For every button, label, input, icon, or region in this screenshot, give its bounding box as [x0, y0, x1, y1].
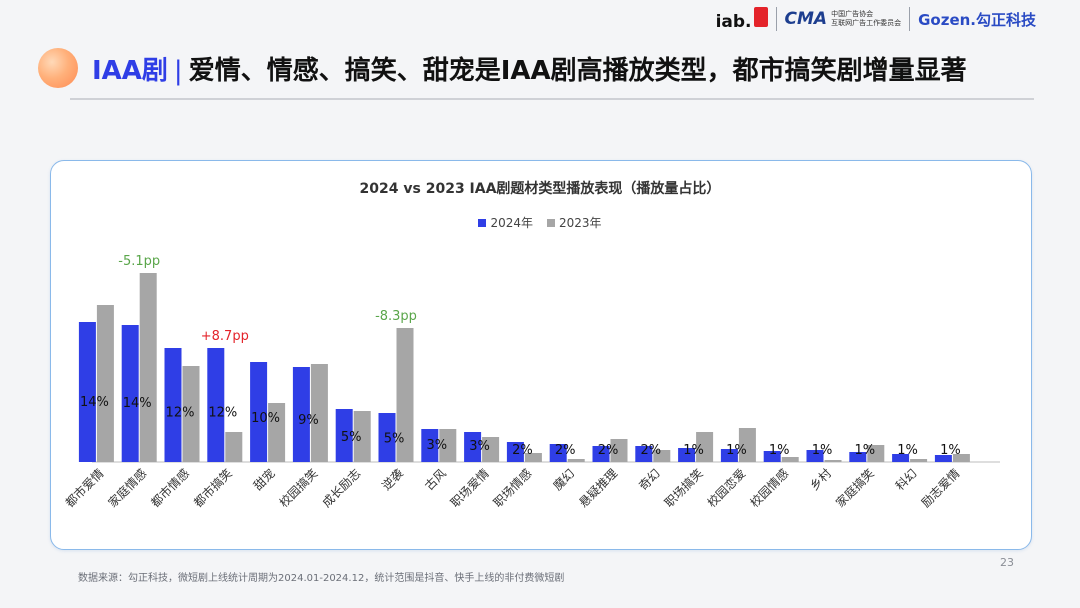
data-label-乡村: 1%: [812, 443, 833, 458]
data-label-校园搞笑: 9%: [298, 413, 319, 428]
annotation-家庭情感: -5.1pp: [118, 254, 160, 269]
category-label-校园搞笑: 校园搞笑: [276, 466, 321, 511]
data-label-职场情感: 2%: [512, 443, 533, 458]
data-label-古风: 3%: [426, 438, 447, 453]
data-label-都市爱情: 14%: [80, 395, 109, 410]
bar-2023-科幻: [910, 459, 928, 462]
category-label-魔幻: 魔幻: [550, 466, 578, 494]
category-label-职场爱情: 职场爱情: [448, 466, 492, 510]
source-note: 数据来源：勾正科技，微短剧上线统计周期为2024.01-2024.12，统计范围…: [78, 573, 565, 584]
bar-2023-家庭情感: [139, 273, 157, 462]
category-label-家庭搞笑: 家庭搞笑: [832, 466, 877, 511]
data-label-成长励志: 5%: [341, 430, 362, 445]
annotation-都市搞笑: +8.7pp: [201, 329, 249, 344]
data-label-科幻: 1%: [897, 443, 918, 458]
slide: IAA剧 | 爱情、情感、搞笑、甜宠是IAA剧高播放类型，都市搞笑剧增量显著 iab…: [0, 0, 1080, 608]
category-label-科幻: 科幻: [893, 466, 920, 493]
category-label-古风: 古风: [421, 466, 449, 494]
data-label-校园恋爱: 1%: [726, 443, 747, 458]
annotation-逆袭: -8.3pp: [375, 309, 417, 324]
category-label-逆袭: 逆袭: [379, 466, 407, 494]
bar-2023-乡村: [824, 460, 842, 462]
data-label-悬疑推理: 2%: [598, 443, 619, 458]
bar-2023-都市爱情: [96, 305, 114, 462]
category-label-奇幻: 奇幻: [636, 466, 663, 493]
data-label-都市搞笑: 12%: [208, 405, 237, 420]
category-label-都市情感: 都市情感: [148, 466, 193, 511]
category-label-成长励志: 成长励志: [319, 466, 363, 510]
category-label-职场搞笑: 职场搞笑: [661, 466, 706, 511]
data-label-家庭情感: 14%: [123, 396, 152, 411]
data-label-职场爱情: 3%: [469, 439, 490, 454]
category-label-悬疑推理: 悬疑推理: [576, 466, 621, 511]
category-label-都市爱情: 都市爱情: [62, 466, 107, 511]
data-label-甜宠: 10%: [251, 411, 280, 426]
category-label-乡村: 乡村: [807, 466, 834, 493]
bar-chart: 14% 都市爱情 14% 家庭情感 12% 都市情感 12% 都市搞笑 10% 甜宠 9% 校园搞笑 5…: [62, 254, 1000, 511]
data-label-职场搞笑: 1%: [683, 443, 704, 458]
data-label-魔幻: 2%: [555, 443, 576, 458]
category-label-家庭情感: 家庭情感: [105, 466, 150, 511]
bar-2023-魔幻: [567, 459, 585, 462]
data-label-逆袭: 5%: [384, 431, 405, 446]
category-label-甜宠: 甜宠: [250, 466, 278, 494]
data-label-都市情感: 12%: [166, 405, 195, 420]
data-label-校园情感: 1%: [769, 443, 790, 458]
category-label-都市搞笑: 都市搞笑: [190, 466, 235, 511]
category-label-校园情感: 校园情感: [747, 466, 792, 511]
data-label-家庭搞笑: 1%: [854, 443, 875, 458]
page-number: 23: [1000, 556, 1014, 569]
bar-2024-家庭情感: [121, 325, 139, 462]
bar-2023-都市搞笑: [225, 432, 243, 462]
data-label-励志爱情: 1%: [940, 443, 961, 458]
bar-2024-都市爱情: [78, 322, 96, 462]
category-label-励志爱情: 励志爱情: [919, 466, 963, 510]
data-label-奇幻: 2%: [640, 443, 661, 458]
category-label-职场情感: 职场情感: [490, 466, 535, 511]
category-label-校园恋爱: 校园恋爱: [704, 466, 749, 511]
